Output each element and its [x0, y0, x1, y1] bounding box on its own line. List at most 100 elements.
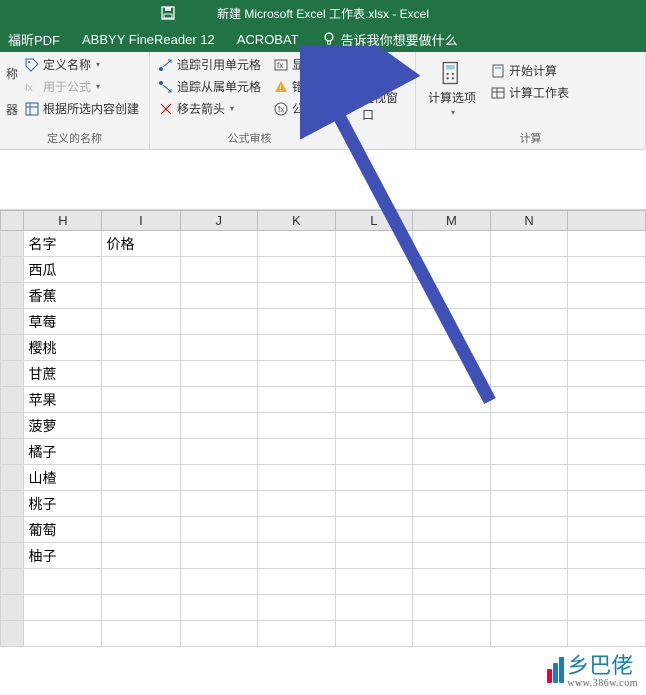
cell[interactable] [568, 439, 646, 465]
row-header[interactable] [1, 387, 24, 413]
cell[interactable] [180, 413, 258, 439]
cell[interactable] [180, 465, 258, 491]
cell[interactable] [180, 569, 258, 595]
cell[interactable] [490, 543, 568, 569]
cell[interactable] [258, 569, 336, 595]
cell[interactable]: 名字 [24, 231, 102, 257]
cell[interactable] [180, 595, 258, 621]
cell[interactable] [102, 621, 180, 647]
cell[interactable]: 桃子 [24, 491, 102, 517]
spreadsheet-grid[interactable]: HIJKLMN 名字价格西瓜香蕉草莓樱桃甘蔗苹果菠萝橘子山楂桃子葡萄柚子 [0, 210, 646, 647]
cell[interactable] [258, 543, 336, 569]
cell[interactable] [102, 465, 180, 491]
cell[interactable] [335, 257, 413, 283]
remove-arrows-button[interactable]: 移去箭头 ▾ [156, 99, 263, 118]
cell[interactable] [413, 413, 491, 439]
tab-tell-me[interactable]: 告诉我你想要做什么 [321, 30, 458, 49]
cell[interactable] [413, 231, 491, 257]
cell[interactable] [102, 439, 180, 465]
cell[interactable] [258, 231, 336, 257]
cell[interactable] [335, 491, 413, 517]
row-header[interactable] [1, 439, 24, 465]
cell[interactable] [258, 361, 336, 387]
tab-acrobat[interactable]: ACROBAT [237, 32, 299, 47]
row-header[interactable] [1, 257, 24, 283]
save-icon[interactable] [160, 5, 176, 21]
cell[interactable] [102, 517, 180, 543]
cell[interactable] [180, 543, 258, 569]
cell[interactable] [568, 491, 646, 517]
calculate-sheet-button[interactable]: 计算工作表 [488, 83, 571, 102]
cell[interactable] [490, 621, 568, 647]
trace-precedents-button[interactable]: 追踪引用单元格 [156, 55, 263, 74]
cell[interactable] [568, 595, 646, 621]
cell[interactable] [102, 387, 180, 413]
column-header[interactable]: M [413, 211, 491, 231]
column-header[interactable]: I [102, 211, 180, 231]
cell[interactable] [102, 283, 180, 309]
calculation-options-button[interactable]: 计算选项 ▾ [422, 55, 482, 128]
cell[interactable] [490, 491, 568, 517]
cell[interactable] [490, 309, 568, 335]
cell[interactable] [102, 543, 180, 569]
cell[interactable] [180, 335, 258, 361]
cell[interactable] [258, 595, 336, 621]
cell[interactable] [24, 569, 102, 595]
cell[interactable] [180, 387, 258, 413]
row-header[interactable] [1, 361, 24, 387]
row-header[interactable] [1, 335, 24, 361]
trace-dependents-button[interactable]: 追踪从属单元格 [156, 77, 263, 96]
cell[interactable] [568, 361, 646, 387]
cell[interactable] [180, 491, 258, 517]
cell[interactable]: 樱桃 [24, 335, 102, 361]
cell[interactable]: 价格 [102, 231, 180, 257]
cell[interactable] [413, 361, 491, 387]
show-formulas-button[interactable]: fx 显示公式 [271, 55, 342, 74]
cell[interactable] [102, 491, 180, 517]
cell[interactable]: 菠萝 [24, 413, 102, 439]
cell[interactable]: 甘蔗 [24, 361, 102, 387]
cell[interactable] [568, 335, 646, 361]
cell[interactable] [568, 283, 646, 309]
cell[interactable] [180, 309, 258, 335]
cell[interactable] [335, 309, 413, 335]
column-header[interactable]: J [180, 211, 258, 231]
cell[interactable] [413, 283, 491, 309]
cell[interactable] [413, 335, 491, 361]
cell[interactable] [102, 569, 180, 595]
tab-foxit-pdf[interactable]: 福昕PDF [8, 30, 60, 49]
cell[interactable] [568, 569, 646, 595]
cell[interactable] [180, 257, 258, 283]
cell[interactable] [568, 413, 646, 439]
cell[interactable]: 山楂 [24, 465, 102, 491]
row-header[interactable] [1, 231, 24, 257]
cell[interactable] [258, 465, 336, 491]
cell[interactable] [568, 543, 646, 569]
cell[interactable] [180, 621, 258, 647]
cell[interactable] [490, 517, 568, 543]
row-header[interactable] [1, 283, 24, 309]
cell[interactable] [335, 517, 413, 543]
row-header[interactable] [1, 595, 24, 621]
cell[interactable] [413, 387, 491, 413]
cell[interactable] [490, 257, 568, 283]
row-header[interactable] [1, 569, 24, 595]
cell[interactable] [258, 517, 336, 543]
cell[interactable] [490, 465, 568, 491]
cell[interactable]: 苹果 [24, 387, 102, 413]
cell[interactable] [102, 257, 180, 283]
cell[interactable] [490, 231, 568, 257]
cell[interactable] [335, 283, 413, 309]
cell[interactable] [490, 335, 568, 361]
cell[interactable] [180, 231, 258, 257]
cell[interactable]: 草莓 [24, 309, 102, 335]
cell[interactable] [102, 361, 180, 387]
cell[interactable] [335, 335, 413, 361]
cell[interactable] [568, 517, 646, 543]
select-all-corner[interactable] [1, 211, 24, 231]
row-header[interactable] [1, 491, 24, 517]
cell[interactable]: 西瓜 [24, 257, 102, 283]
cell[interactable] [490, 387, 568, 413]
row-header[interactable] [1, 621, 24, 647]
cell[interactable] [258, 413, 336, 439]
